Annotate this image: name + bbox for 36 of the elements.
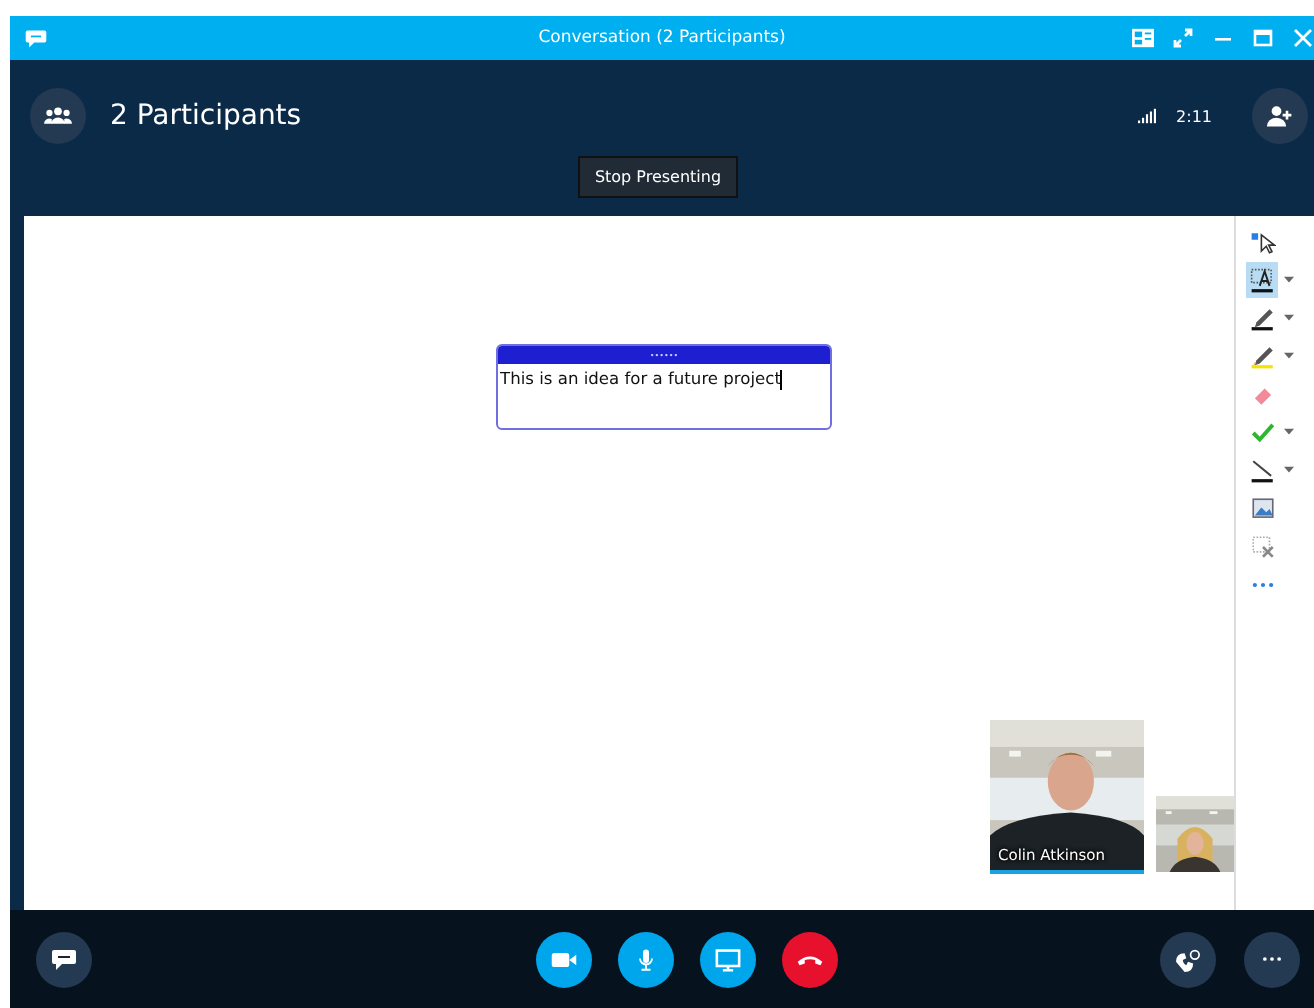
text-tool-button[interactable] <box>1246 262 1278 298</box>
participants-button[interactable] <box>30 88 86 144</box>
signal-icon <box>1138 108 1157 124</box>
chat-icon <box>24 27 48 49</box>
line-icon <box>1249 457 1275 483</box>
chat-icon <box>50 947 78 971</box>
video-camera-icon <box>549 947 577 971</box>
participants-title: 2 Participants <box>110 100 302 132</box>
checkmark-icon <box>1249 419 1275 445</box>
window-title: Conversation (2 Participants) <box>538 28 786 48</box>
dropdown-caret-icon[interactable] <box>1284 276 1294 284</box>
dropdown-caret-icon[interactable] <box>1284 428 1294 436</box>
delete-selection-icon <box>1249 533 1275 559</box>
pen-icon <box>1249 305 1275 331</box>
dropdown-caret-icon[interactable] <box>1284 352 1294 360</box>
add-participant-button[interactable] <box>1252 88 1308 144</box>
dropdown-caret-icon[interactable] <box>1284 466 1294 474</box>
more-icon <box>1262 956 1282 962</box>
add-person-icon <box>1266 104 1294 128</box>
note-text[interactable]: This is an idea for a future project <box>498 364 830 394</box>
call-timer: 2:11 <box>1176 107 1212 125</box>
pointer-icon <box>1249 229 1275 255</box>
chat-button[interactable] <box>36 931 92 987</box>
dropdown-caret-icon[interactable] <box>1284 314 1294 322</box>
dialpad-button[interactable] <box>1160 931 1216 987</box>
screen-button[interactable] <box>699 931 755 987</box>
video-button[interactable] <box>535 931 591 987</box>
image-icon <box>1249 495 1275 521</box>
text-box-icon <box>1249 267 1275 293</box>
monitor-icon <box>713 947 741 971</box>
highlighter-icon <box>1249 343 1275 369</box>
phone-icon <box>1174 947 1202 971</box>
stop-presenting-button[interactable]: Stop Presenting <box>578 156 738 198</box>
hangup-button[interactable] <box>781 931 837 987</box>
mic-button[interactable] <box>617 931 673 987</box>
people-icon <box>44 104 72 128</box>
